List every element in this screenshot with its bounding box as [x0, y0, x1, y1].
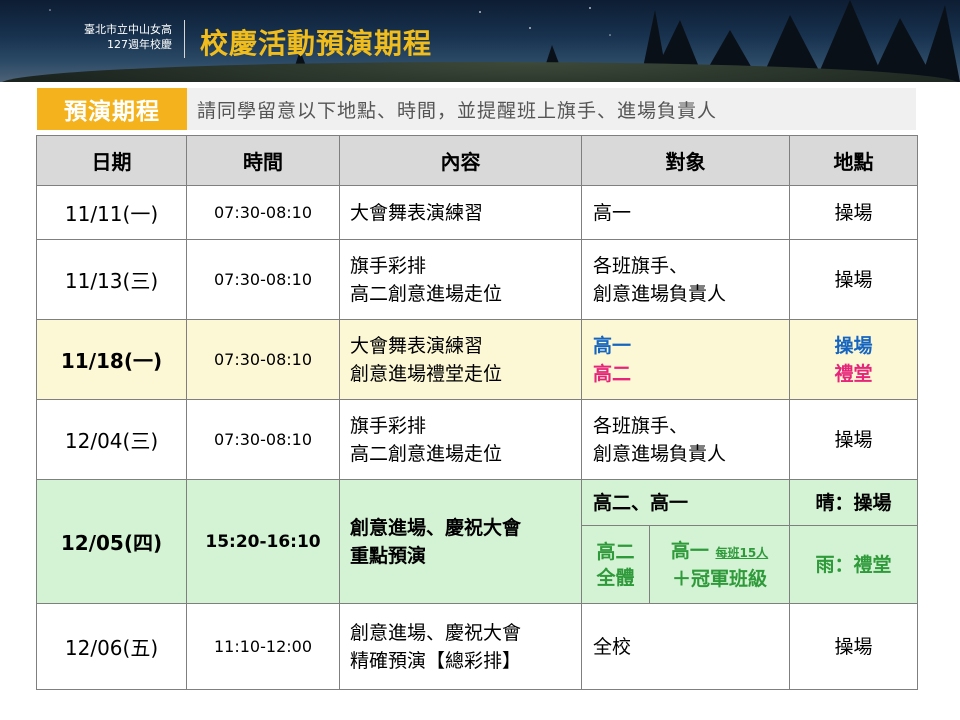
location-line: 操場: [834, 268, 873, 291]
cell-target: 各班旗手、 創意進場負責人: [581, 239, 790, 320]
header-target: 對象: [581, 135, 790, 186]
target-line: 高一: [593, 201, 632, 224]
cell-target: 全校: [581, 603, 790, 690]
cell-location: 操場: [789, 239, 918, 320]
content-line: 高二創意進場走位: [350, 282, 503, 305]
section-note: 請同學留意以下地點、時間，並提醒班上旗手、進場負責人: [187, 88, 916, 130]
cell-content: 創意進場、慶祝大會 重點預演: [339, 479, 582, 604]
table-row: 11/11(一) 07:30-08:10 大會舞表演練習 高一 操場: [36, 185, 918, 240]
cell-content: 大會舞表演練習 創意進場禮堂走位: [339, 319, 582, 400]
header-date: 日期: [36, 135, 187, 186]
content-line: 創意進場、慶祝大會: [350, 516, 522, 539]
target-line: 高二: [596, 540, 635, 563]
target-note: 每班15人: [715, 545, 769, 560]
cell-date: 11/13(三): [36, 239, 187, 320]
cell-target: 高一 高二: [581, 319, 790, 400]
school-line-1: 臺北市立中山女高: [84, 23, 172, 36]
table-row: 12/05(四) 15:20-16:10 創意進場、慶祝大會 重點預演 高二、高…: [36, 479, 918, 604]
cell-location-rain: 雨：禮堂: [789, 525, 918, 604]
cell-date: 12/06(五): [36, 603, 187, 690]
location-line: 操場: [834, 428, 873, 451]
header-location: 地點: [789, 135, 918, 186]
cell-target: 各班旗手、 創意進場負責人: [581, 399, 790, 480]
table-row: 12/04(三) 07:30-08:10 旗手彩排 高二創意進場走位 各班旗手、…: [36, 399, 918, 480]
cell-content: 創意進場、慶祝大會 精確預演【總彩排】: [339, 603, 582, 690]
content-line: 精確預演【總彩排】: [350, 649, 522, 672]
location-line: 操場: [834, 334, 873, 357]
cell-time: 07:30-08:10: [186, 185, 340, 240]
cell-time: 07:30-08:10: [186, 319, 340, 400]
location-line: 操場: [834, 635, 873, 658]
location-line: 操場: [834, 201, 873, 224]
target-line: ＋冠軍班級: [671, 567, 767, 590]
content-line: 大會舞表演練習: [350, 334, 484, 357]
target-line: 創意進場負責人: [593, 282, 727, 305]
content-line: 高二創意進場走位: [350, 442, 503, 465]
content-line: 旗手彩排: [350, 414, 427, 437]
content-line: 旗手彩排: [350, 254, 427, 277]
cell-target-rain-a: 高二 全體: [581, 525, 650, 604]
schedule-table: 日期 時間 內容 對象 地點 11/11(一) 07:30-08:10 大會舞表…: [36, 135, 918, 690]
cell-time: 07:30-08:10: [186, 239, 340, 320]
table-row: 12/06(五) 11:10-12:00 創意進場、慶祝大會 精確預演【總彩排】…: [36, 603, 918, 690]
target-line: 全體: [596, 566, 635, 589]
cell-time: 15:20-16:10: [186, 479, 340, 604]
cell-target: 高一: [581, 185, 790, 240]
cell-target-rain-b: 高一 每班15人 ＋冠軍班級: [649, 525, 790, 604]
table-row: 11/13(三) 07:30-08:10 旗手彩排 高二創意進場走位 各班旗手、…: [36, 239, 918, 320]
cell-content: 大會舞表演練習: [339, 185, 582, 240]
content-line: 大會舞表演練習: [350, 201, 484, 224]
cell-date: 12/05(四): [36, 479, 187, 604]
cell-content: 旗手彩排 高二創意進場走位: [339, 399, 582, 480]
cell-time: 07:30-08:10: [186, 399, 340, 480]
cell-content: 旗手彩排 高二創意進場走位: [339, 239, 582, 320]
school-line-2: 127週年校慶: [107, 38, 172, 51]
target-line: 高一 每班15人: [650, 538, 789, 566]
target-line: 全校: [593, 635, 632, 658]
header-banner: 臺北市立中山女高 127週年校慶 校慶活動預演期程: [0, 0, 960, 82]
cell-location: 操場: [789, 185, 918, 240]
cell-location-sunny: 晴：操場: [789, 479, 918, 526]
content-line: 創意進場禮堂走位: [350, 362, 503, 385]
content-line: 創意進場、慶祝大會: [350, 621, 522, 644]
target-main: 高一: [670, 539, 709, 562]
cell-location: 操場 禮堂: [789, 319, 918, 400]
header-content: 內容: [339, 135, 582, 186]
cell-date: 11/18(一): [36, 319, 187, 400]
cell-time: 11:10-12:00: [186, 603, 340, 690]
header-time: 時間: [186, 135, 340, 186]
page-title: 校慶活動預演期程: [200, 27, 433, 60]
location-line: 禮堂: [834, 362, 873, 385]
target-line: 各班旗手、: [593, 254, 689, 277]
content-line: 重點預演: [350, 544, 427, 567]
cell-date: 12/04(三): [36, 399, 187, 480]
cell-location: 操場: [789, 399, 918, 480]
table-row: 11/18(一) 07:30-08:10 大會舞表演練習 創意進場禮堂走位 高一…: [36, 319, 918, 400]
header-divider: [184, 20, 185, 58]
section-tag: 預演期程: [37, 88, 187, 130]
cell-date: 11/11(一): [36, 185, 187, 240]
section-note-text: 請同學留意以下地點、時間，並提醒班上旗手、進場負責人: [197, 99, 718, 122]
cell-target-sunny: 高二、高一: [581, 479, 790, 526]
school-name: 臺北市立中山女高 127週年校慶: [84, 22, 172, 52]
target-line: 高二: [593, 362, 632, 385]
cell-location: 操場: [789, 603, 918, 690]
target-line: 高一: [593, 334, 632, 357]
target-line: 各班旗手、: [593, 414, 689, 437]
table-header-row: 日期 時間 內容 對象 地點: [36, 135, 918, 186]
target-line: 創意進場負責人: [593, 442, 727, 465]
